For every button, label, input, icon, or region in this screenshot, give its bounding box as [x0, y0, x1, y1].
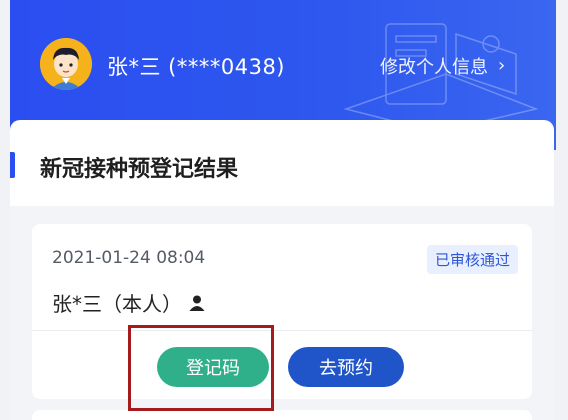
registration-result-card: 新冠接种预登记结果 2021-01-24 08:04 已审核通过 张*三（本人）…	[10, 120, 554, 420]
chevron-right-icon: ›	[498, 55, 506, 76]
book-appointment-button[interactable]: 去预约	[288, 347, 404, 387]
section-title: 新冠接种预登记结果	[40, 157, 239, 182]
record-datetime: 2021-01-24 08:04	[52, 248, 206, 268]
status-badge: 已审核通过	[426, 245, 518, 274]
person-name: 张*三（本人）	[52, 292, 182, 316]
app-screen: 张*三 (****0438) 修改个人信息 › 新冠接种预登记结果 2021-0…	[10, 0, 556, 420]
person-icon	[189, 295, 205, 311]
user-avatar-icon	[40, 38, 92, 90]
highlight-annotation-box	[128, 325, 274, 411]
record-list: 2021-01-24 08:04 已审核通过 张*三（本人） 登记码 去预约	[10, 206, 554, 420]
next-record-card	[32, 410, 532, 420]
edit-profile-link[interactable]: 修改个人信息 ›	[380, 53, 505, 79]
section-accent-bar	[10, 152, 15, 178]
record-card: 2021-01-24 08:04 已审核通过 张*三（本人） 登记码 去预约	[32, 224, 532, 399]
user-name: 张*三 (****0438)	[107, 55, 286, 79]
edit-profile-label: 修改个人信息	[380, 57, 488, 78]
divider	[32, 330, 532, 331]
record-person: 张*三（本人）	[52, 288, 206, 317]
